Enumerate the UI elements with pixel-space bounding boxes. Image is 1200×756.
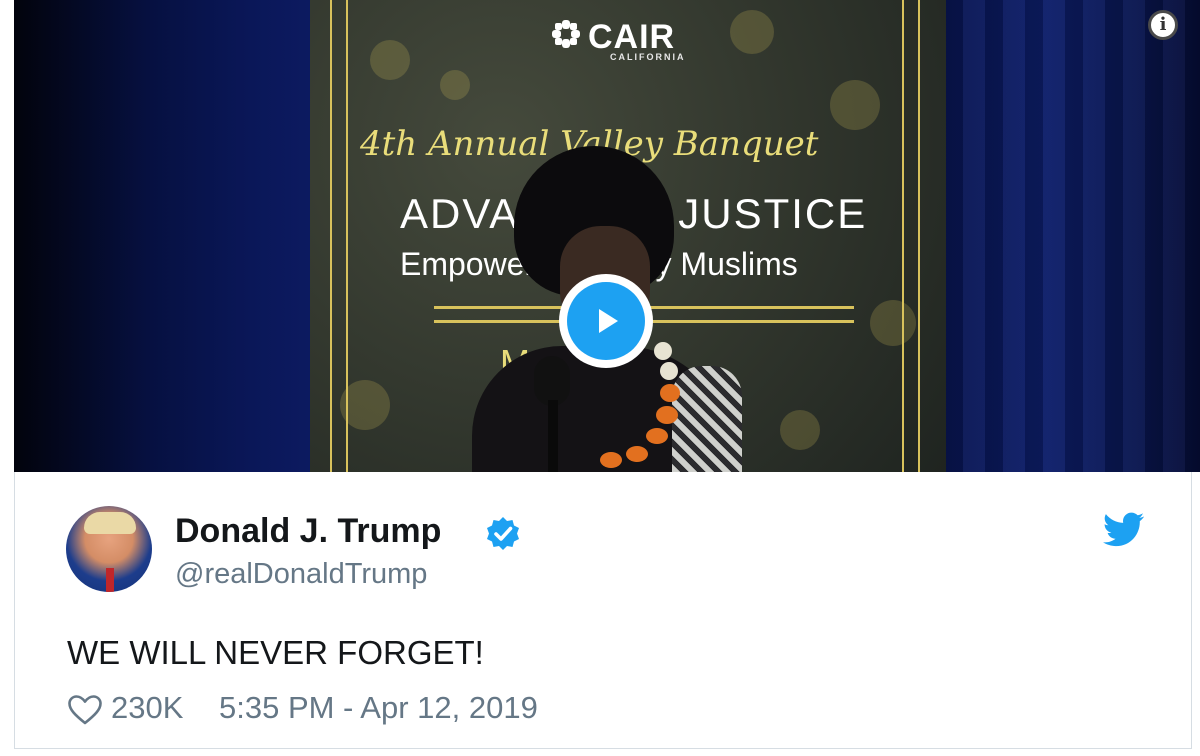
verified-badge-icon [487,517,519,550]
microphone [534,356,570,406]
like-count[interactable]: 230K [111,690,183,726]
author-handle[interactable]: @realDonaldTrump [175,558,427,591]
cair-logo-icon [552,20,580,48]
cair-subtitle: CALIFORNIA [610,52,686,62]
tweet-timestamp[interactable]: 5:35 PM - Apr 12, 2019 [219,690,538,726]
play-icon [599,309,618,333]
info-icon[interactable]: i [1148,10,1178,40]
stage-curtain-left [14,0,310,472]
video-player[interactable]: CAIR CALIFORNIA 4th Annual Valley Banque… [14,0,1200,472]
play-button[interactable] [559,274,653,368]
author-name[interactable]: Donald J. Trump [175,512,441,551]
tweet-text: WE WILL NEVER FORGET! [67,634,484,671]
tweet-card: Donald J. Trump @realDonaldTrump WE WILL… [14,472,1192,749]
stage-curtain-right [945,0,1200,472]
avatar[interactable] [66,506,152,592]
twitter-bird-icon[interactable] [1103,512,1145,548]
heart-icon[interactable] [67,694,103,726]
